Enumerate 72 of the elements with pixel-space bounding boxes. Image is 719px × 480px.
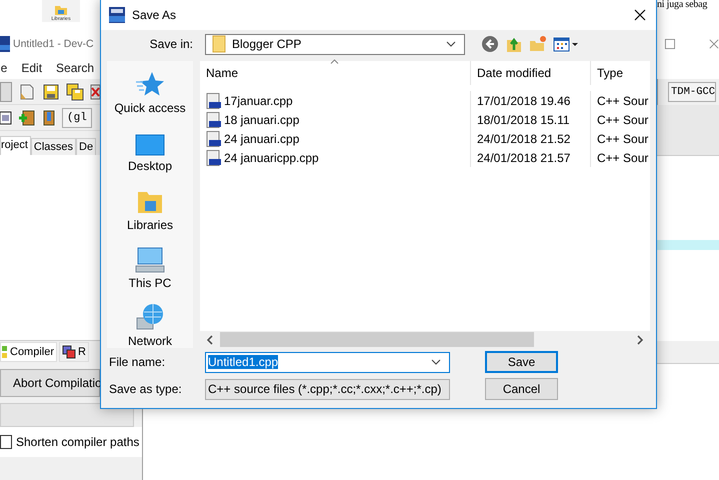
blocks-icon: [2, 345, 8, 359]
menu-item[interactable]: le: [0, 61, 8, 75]
class-combo-box[interactable]: (gl: [62, 108, 92, 128]
window-icon[interactable]: [0, 108, 12, 126]
date-modified: 24/01/2018 21.57: [471, 148, 591, 167]
file-name[interactable]: 18 januari.cpp: [224, 112, 300, 126]
place-label[interactable]: Desktop: [128, 159, 172, 174]
file-type: C++ Sour: [596, 92, 650, 110]
compiler-combo-box[interactable]: TDM-GCC: [668, 82, 716, 102]
file-name[interactable]: 24 januaricpp.cpp: [224, 150, 319, 164]
panel-tab[interactable]: R: [59, 342, 89, 362]
file-type: C++ Sour: [596, 150, 650, 166]
cancel-button[interactable]: Cancel: [485, 378, 558, 400]
save-all-icon[interactable]: [66, 82, 84, 100]
document-icon[interactable]: [18, 82, 36, 100]
column-header[interactable]: Type: [591, 61, 650, 85]
windows-icon: [62, 345, 76, 359]
menu-item[interactable]: Search: [56, 61, 94, 75]
date-modified: 17/01/2018 19.46: [471, 91, 591, 110]
chevron-down-icon: [446, 41, 456, 47]
date-modified: 24/01/2018 21.52: [471, 129, 591, 148]
file-name[interactable]: 24 januari.cpp: [224, 132, 300, 146]
new-folder-icon[interactable]: [529, 35, 547, 53]
close-icon[interactable]: [634, 9, 646, 21]
view-menu-icon[interactable]: [553, 36, 579, 52]
save-in-label: Save in:: [148, 37, 194, 51]
highlight-strip: [657, 240, 719, 250]
add-icon[interactable]: [18, 108, 36, 126]
cpp-file-icon: [206, 112, 222, 128]
panel-tab[interactable]: De: [76, 138, 96, 155]
maximize-icon[interactable]: [665, 38, 675, 50]
file-name-field[interactable]: Untitled1.cpp: [205, 352, 450, 372]
column-header[interactable]: Date modified: [471, 61, 591, 85]
checkbox[interactable]: [0, 435, 12, 449]
file-name-label: File name:: [108, 355, 166, 369]
cpp-file-icon: [206, 92, 222, 108]
folder-icon: [212, 35, 226, 53]
book-icon[interactable]: [42, 108, 56, 126]
abort-compilation-button[interactable]: Abort Compilatio: [0, 369, 100, 397]
file-name[interactable]: 17januar.cpp: [224, 94, 293, 108]
panel-tab[interactable]: roject: [0, 136, 31, 155]
file-type: C++ Sour: [596, 130, 650, 148]
place-label[interactable]: Quick access: [114, 101, 186, 116]
file-type-dropdown[interactable]: C++ source files (*.cpp;*.cc;*.cxx;*.c++;*.cp): [205, 378, 450, 400]
place-label[interactable]: Libraries: [126, 218, 174, 232]
web-page-text: ni juga sebag: [657, 0, 708, 10]
save-button[interactable]: Save: [485, 351, 558, 373]
save-in-dropdown[interactable]: Blogger CPP: [205, 34, 465, 54]
dialog-title: Save As: [132, 8, 178, 22]
panel-tab[interactable]: Compiler: [0, 342, 58, 362]
folder-icon: [54, 4, 68, 16]
place-label[interactable]: Network: [128, 334, 172, 348]
globe-icon[interactable]: [134, 302, 165, 332]
column-header[interactable]: Name: [200, 61, 471, 85]
checkbox-label: Shorten compiler paths: [16, 435, 140, 449]
date-modified: 18/01/2018 15.11: [471, 110, 591, 129]
close-file-icon[interactable]: [90, 82, 100, 100]
desktop-icon[interactable]: [135, 133, 165, 158]
sort-caret-icon: [330, 59, 339, 64]
cpp-file-icon: [206, 150, 222, 166]
chevron-down-icon[interactable]: [431, 359, 441, 365]
window-title: Untitled1 - Dev-C: [13, 38, 94, 50]
cpp-file-icon: [206, 130, 222, 146]
app-icon: [109, 7, 125, 23]
app-icon: [0, 36, 10, 52]
save-as-type-label: Save as type:: [108, 382, 183, 396]
computer-icon[interactable]: [135, 246, 165, 274]
up-folder-icon[interactable]: [505, 35, 523, 53]
place-label[interactable]: This PC: [128, 276, 172, 290]
panel-tab[interactable]: Classes: [30, 138, 76, 155]
menu-item[interactable]: Edit: [21, 61, 42, 75]
file-type: C++ Sour: [596, 112, 650, 128]
